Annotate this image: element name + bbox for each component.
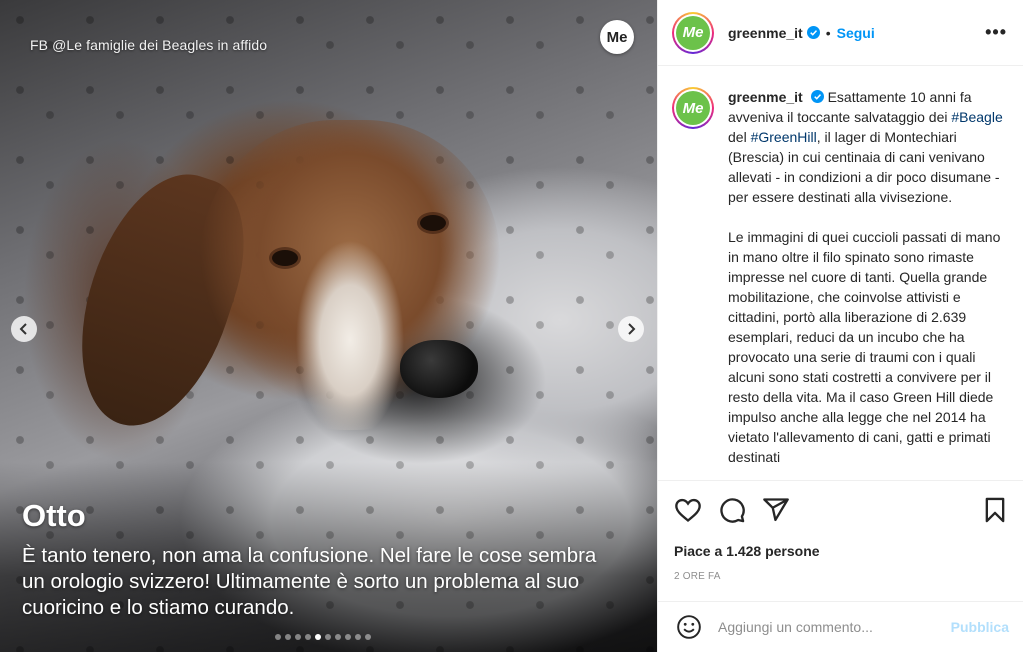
comments-area[interactable]: Me greenme_it Esattamente 10 anni fa avv…: [658, 67, 1023, 480]
carousel-dot: [345, 634, 351, 640]
avatar-logo: Me: [676, 15, 710, 50]
comment-icon[interactable]: [718, 496, 746, 524]
image-caption-body: È tanto tenero, non ama la confusione. N…: [22, 544, 597, 619]
post-actions: Piace a 1.428 persone 2 ORE FA: [658, 480, 1023, 600]
dog-eye-right: [420, 215, 446, 231]
carousel-dot: [315, 634, 321, 640]
carousel-prev-button[interactable]: [11, 316, 37, 342]
post-header: Me greenme_it • Segui •••: [658, 0, 1023, 66]
post-modal: FB @Le famiglie dei Beagles in affido Me…: [0, 0, 1023, 652]
carousel-next-button[interactable]: [618, 316, 644, 342]
carousel-dot: [335, 634, 341, 640]
caption-comment: Me greenme_it Esattamente 10 anni fa avv…: [672, 87, 1005, 480]
caption-text-part: del: [728, 129, 751, 145]
avatar[interactable]: Me: [672, 87, 714, 129]
emoji-icon[interactable]: [676, 614, 702, 640]
carousel-dot: [365, 634, 371, 640]
chevron-right-icon: [628, 323, 636, 335]
like-heart-icon[interactable]: [674, 496, 702, 524]
username-link[interactable]: greenme_it: [728, 25, 803, 41]
more-options-button[interactable]: •••: [985, 22, 1007, 43]
carousel-dot: [275, 634, 281, 640]
carousel-dot: [285, 634, 291, 640]
comment-input[interactable]: Aggiungi un commento...: [718, 619, 951, 635]
likes-count[interactable]: Piace a 1.428 persone: [674, 543, 1009, 559]
dog-eye-left: [272, 250, 298, 266]
avatar-logo: Me: [676, 91, 710, 125]
hashtag-beagle[interactable]: #Beagle: [951, 109, 1002, 125]
verified-badge-icon: [810, 90, 824, 103]
post-side-panel: Me greenme_it • Segui ••• Me greenme_it: [657, 0, 1023, 652]
image-caption-title: Otto: [22, 498, 86, 533]
carousel-dot: [295, 634, 301, 640]
chevron-left-icon: [19, 323, 27, 335]
save-bookmark-icon[interactable]: [981, 496, 1009, 524]
carousel-dots: [275, 634, 371, 640]
separator: •: [825, 24, 831, 41]
caption-text: greenme_it Esattamente 10 anni fa avveni…: [728, 87, 1005, 480]
me-logo: Me: [600, 20, 634, 54]
post-comment-button[interactable]: Pubblica: [951, 619, 1009, 635]
caption-username[interactable]: greenme_it: [728, 89, 803, 105]
share-send-icon[interactable]: [762, 496, 790, 524]
carousel-dot: [325, 634, 331, 640]
carousel-dot: [355, 634, 361, 640]
image-credit: FB @Le famiglie dei Beagles in affido: [30, 37, 268, 53]
carousel-dot: [305, 634, 311, 640]
avatar[interactable]: Me: [672, 11, 714, 54]
add-comment-bar: Aggiungi un commento... Pubblica: [658, 601, 1023, 652]
verified-badge-icon: [806, 26, 820, 39]
caption-paragraph-2: Le immagini di quei cuccioli passati di …: [728, 229, 1001, 465]
post-timestamp: 2 ORE FA: [674, 571, 721, 582]
dog-nose: [400, 340, 478, 398]
hashtag-greenhill[interactable]: #GreenHill: [751, 129, 817, 145]
follow-button[interactable]: Segui: [837, 25, 875, 41]
post-image[interactable]: FB @Le famiglie dei Beagles in affido Me…: [0, 0, 657, 652]
